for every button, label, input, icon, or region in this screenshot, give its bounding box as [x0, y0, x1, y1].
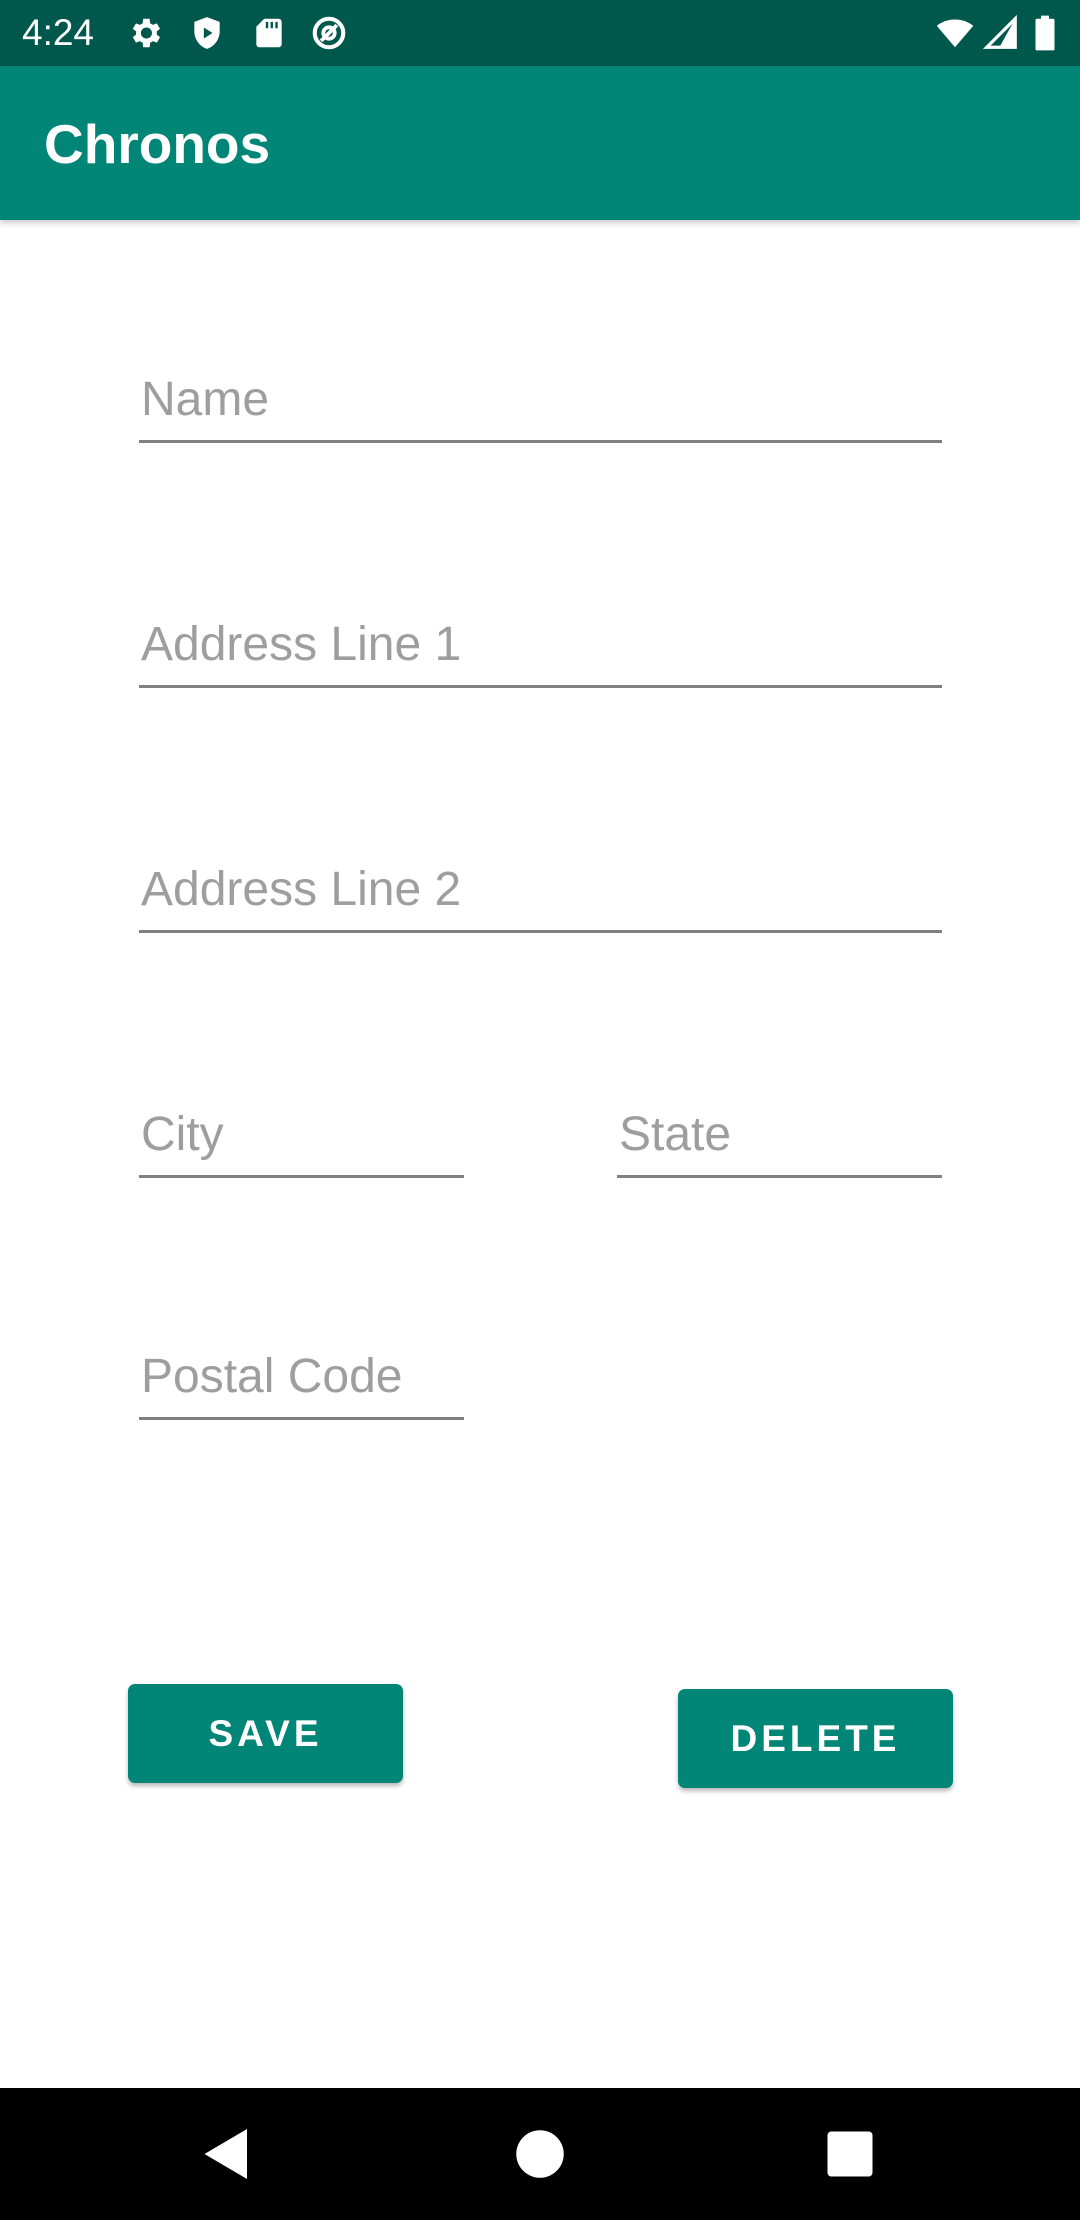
- status-bar: 4:24: [0, 0, 1080, 66]
- at-sign-icon: [310, 14, 348, 52]
- app-bar: Chronos: [0, 66, 1080, 220]
- app-title: Chronos: [44, 113, 271, 175]
- home-icon[interactable]: [510, 2124, 570, 2184]
- name-input[interactable]: [139, 365, 942, 443]
- wifi-icon: [934, 14, 976, 52]
- postal-code-input[interactable]: [139, 1342, 464, 1420]
- save-button[interactable]: SAVE: [128, 1684, 403, 1783]
- recents-icon[interactable]: [820, 2124, 880, 2184]
- state-input[interactable]: [617, 1100, 942, 1178]
- address-line-2-input[interactable]: [139, 855, 942, 933]
- sd-card-icon: [250, 14, 288, 52]
- city-input[interactable]: [139, 1100, 464, 1178]
- cell-signal-icon: [982, 14, 1020, 52]
- battery-icon: [1030, 14, 1060, 52]
- screen: 4:24 Chronos SAVE DELETE: [0, 0, 1080, 2220]
- navigation-bar: [0, 2088, 1080, 2220]
- status-time: 4:24: [22, 12, 95, 53]
- address-line-1-input[interactable]: [139, 610, 942, 688]
- delete-button[interactable]: DELETE: [678, 1689, 953, 1788]
- back-icon[interactable]: [197, 2124, 257, 2184]
- shield-play-icon: [188, 14, 226, 52]
- gear-icon: [126, 14, 164, 52]
